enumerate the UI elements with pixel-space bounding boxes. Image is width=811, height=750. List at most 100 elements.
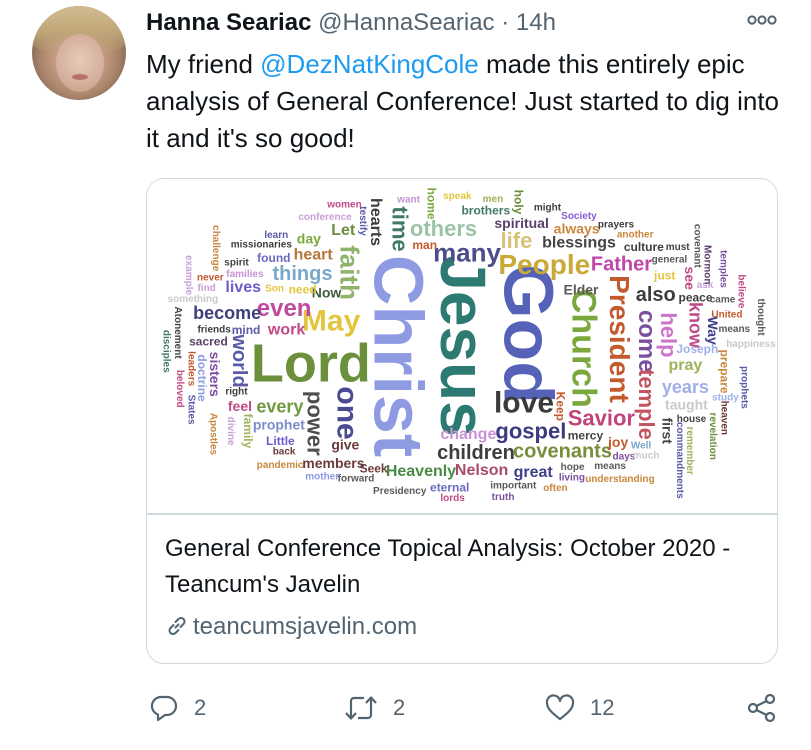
word-cloud-term: general — [652, 255, 688, 266]
word-cloud-term: leaders — [186, 351, 197, 386]
tweet[interactable]: Hanna Seariac @HannaSeariac · 14h My fri… — [0, 0, 811, 750]
word-cloud-term: God — [490, 264, 568, 404]
word-cloud-term: covenant — [691, 224, 702, 269]
reply-icon — [150, 695, 178, 722]
word-cloud-term: remember — [684, 426, 695, 474]
retweet-count: 2 — [393, 695, 406, 720]
author-handle[interactable]: @HannaSeariac — [318, 9, 494, 36]
word-cloud-term: truth — [492, 492, 515, 503]
word-cloud-term: Savior — [568, 406, 636, 431]
word-cloud-term: brothers — [461, 204, 510, 218]
avatar[interactable] — [32, 6, 126, 100]
header-separator: · — [501, 9, 510, 36]
word-cloud-term: culture — [624, 240, 664, 254]
word-cloud-term: understanding — [585, 474, 654, 485]
word-cloud-term: always — [554, 220, 600, 236]
tweet-header: Hanna Seariac @HannaSeariac · 14h — [146, 6, 556, 40]
word-cloud-term: family — [241, 414, 255, 449]
more-icon[interactable] — [745, 6, 779, 34]
word-cloud-term: speak — [443, 191, 472, 202]
word-cloud-term: States — [185, 395, 196, 425]
tweet-timestamp[interactable]: 14h — [516, 9, 556, 36]
word-cloud-term: need — [289, 283, 317, 297]
word-cloud-term: change — [440, 426, 496, 443]
word-cloud-term: even — [257, 295, 312, 322]
card-divider — [147, 513, 777, 515]
link-card[interactable]: Jesus Christ God Lord Church love May People Pre… — [146, 178, 778, 664]
card-image-word-cloud: JesusChrist GodLord ChurchloveMayPeoplePre… — [147, 179, 777, 513]
word-cloud-term: thought — [755, 299, 766, 337]
word-cloud-term: Lord — [251, 334, 371, 394]
word-cloud-term: years — [662, 377, 709, 397]
word-cloud-term: work — [267, 321, 305, 338]
word-cloud-term: Father — [591, 254, 652, 276]
share-button[interactable] — [746, 684, 792, 732]
word-cloud-term: come — [633, 310, 660, 373]
word-cloud-term: right — [225, 386, 248, 397]
word-cloud-term: prophet — [253, 416, 305, 432]
card-domain: teancumsjavelin.com — [193, 613, 418, 640]
card-title[interactable]: General Conference Topical Analysis: Oct… — [165, 531, 765, 603]
word-cloud-term: Christ — [359, 255, 437, 457]
word-cloud-term: sacred — [189, 334, 228, 348]
word-cloud-term: United — [711, 309, 742, 320]
word-cloud-term: pandemic — [257, 460, 304, 471]
word-cloud-term: love — [494, 387, 554, 420]
word-cloud-term: Heavenly — [386, 463, 456, 480]
word-cloud-term: Keep — [554, 392, 568, 421]
word-cloud-term: spiritual — [494, 215, 548, 231]
word-cloud-term: often — [543, 483, 567, 494]
word-cloud-term: one — [331, 386, 364, 439]
word-cloud-term: Church — [565, 289, 603, 408]
word-cloud-term: Let — [331, 222, 356, 239]
word-cloud-term: Nelson — [455, 462, 508, 479]
word-cloud-term: mother — [305, 472, 339, 483]
word-cloud-term: must — [666, 242, 691, 253]
word-cloud-term: feel — [228, 398, 252, 414]
word-cloud-term: first — [660, 417, 676, 444]
word-cloud-term: taught — [665, 396, 708, 412]
word-cloud-term: give — [331, 437, 359, 453]
word-cloud-term: man — [412, 238, 437, 252]
word-cloud-term: challenge — [210, 225, 221, 272]
card-url[interactable]: teancumsjavelin.com — [165, 611, 417, 643]
reply-button[interactable]: 2 — [148, 684, 206, 732]
word-cloud-term: heart — [294, 247, 334, 264]
word-cloud-term: just — [653, 269, 675, 283]
word-cloud-term: home — [424, 188, 438, 220]
word-cloud-term: means — [718, 324, 750, 335]
word-cloud-term: day — [297, 230, 321, 246]
like-icon — [545, 694, 575, 721]
word-cloud-term: disciples — [160, 330, 171, 373]
word-cloud-term: blessings — [542, 234, 616, 251]
word-cloud-term: find — [197, 283, 215, 294]
word-cloud-term: lords — [440, 493, 465, 504]
retweet-button[interactable]: 2 — [343, 684, 405, 732]
word-cloud-term: spirit — [224, 257, 249, 268]
word-cloud-term: prayers — [598, 220, 635, 231]
word-cloud-term: temples — [718, 250, 729, 288]
word-cloud-term: joy — [607, 434, 628, 450]
word-cloud-term: want — [396, 195, 420, 206]
tweet-actions: 2 2 12 — [0, 684, 811, 732]
avatar-lips — [72, 74, 88, 80]
like-button[interactable]: 12 — [544, 684, 614, 732]
tweet-text: My friend @DezNatKingCole made this enti… — [146, 46, 786, 157]
word-cloud-term: mercy — [568, 429, 604, 443]
word-cloud-term: power — [302, 391, 327, 456]
word-cloud-term: prophets — [738, 366, 749, 409]
word-cloud-term: Elder — [563, 281, 599, 297]
word-cloud-term: time — [387, 206, 412, 251]
word-cloud-term: every — [256, 397, 303, 417]
avatar-face — [56, 34, 104, 92]
word-cloud-term: hearts — [367, 198, 384, 246]
author-name[interactable]: Hanna Seariac — [146, 9, 311, 36]
mention-link[interactable]: @DezNatKingCole — [260, 49, 479, 79]
word-cloud-term: important — [490, 481, 537, 492]
word-cloud-term: holy — [512, 190, 526, 215]
word-cloud-term: men — [483, 194, 504, 205]
word-cloud-term: great — [514, 464, 554, 481]
word-cloud-term: living — [559, 473, 585, 484]
word-cloud-term: peace — [678, 290, 712, 304]
like-count: 12 — [590, 695, 615, 720]
